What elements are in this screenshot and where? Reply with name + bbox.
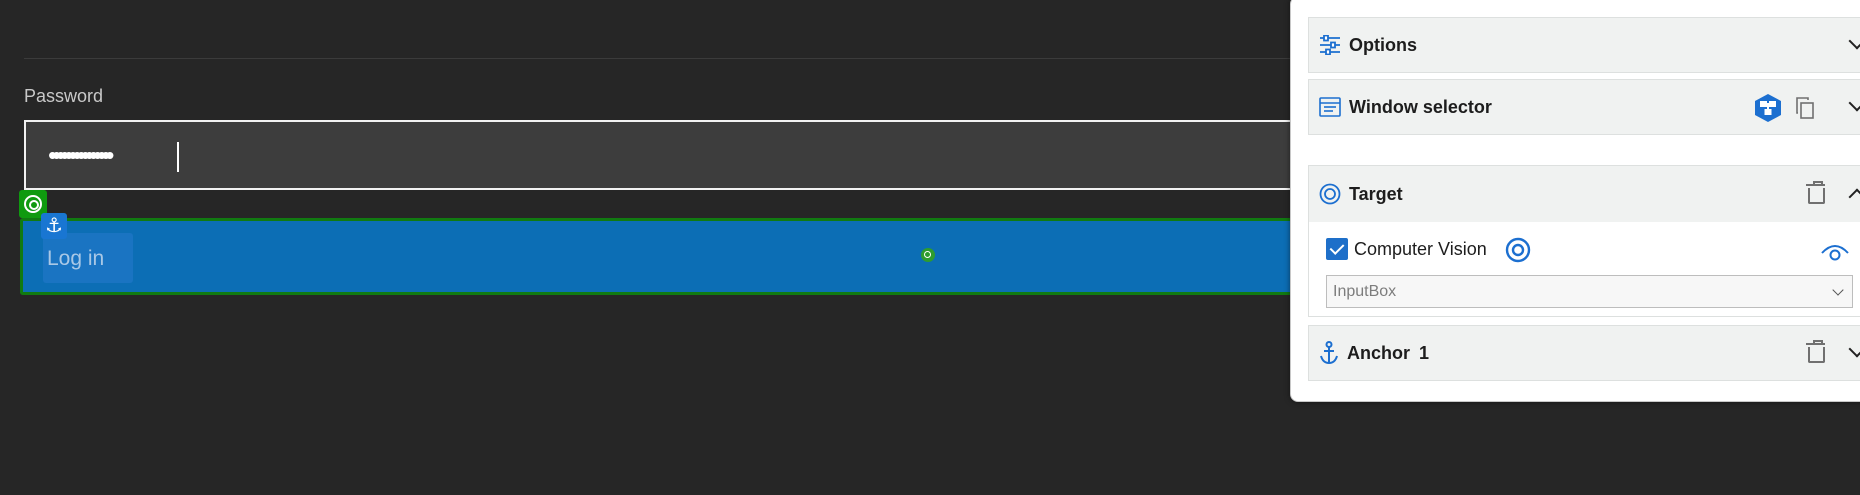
selection-panel: Options Window selector Target Computer … bbox=[1290, 0, 1860, 402]
anchor-section[interactable]: Anchor 1 bbox=[1308, 325, 1860, 381]
options-section[interactable]: Options bbox=[1308, 17, 1860, 73]
anchor-icon bbox=[1320, 341, 1338, 365]
sliders-icon bbox=[1320, 35, 1340, 55]
chevron-up-icon[interactable] bbox=[1848, 188, 1860, 206]
window-icon bbox=[1319, 97, 1341, 117]
anchor-title: Anchor bbox=[1347, 343, 1410, 363]
chevron-down-icon bbox=[1832, 284, 1844, 296]
eye-icon[interactable] bbox=[1820, 241, 1850, 263]
computer-vision-checkbox[interactable] bbox=[1326, 238, 1348, 260]
chevron-down-icon[interactable] bbox=[1848, 94, 1860, 112]
text-caret bbox=[177, 142, 179, 172]
target-section-header[interactable]: Target bbox=[1308, 165, 1860, 223]
copy-icon[interactable] bbox=[1795, 97, 1815, 119]
target-icon bbox=[1319, 183, 1341, 205]
options-title: Options bbox=[1349, 35, 1417, 55]
target-title: Target bbox=[1349, 184, 1403, 204]
password-value: ••••••••••••••• bbox=[48, 140, 115, 170]
computer-vision-target-icon[interactable] bbox=[1505, 237, 1531, 263]
password-input[interactable]: ••••••••••••••• bbox=[24, 120, 1324, 190]
top-divider bbox=[24, 58, 1294, 59]
chevron-down-icon[interactable] bbox=[1848, 340, 1860, 358]
element-type-select[interactable]: InputBox bbox=[1326, 275, 1853, 308]
window-selector-title: Window selector bbox=[1349, 97, 1492, 117]
target-center-dot bbox=[921, 248, 935, 262]
element-type-value: InputBox bbox=[1333, 283, 1397, 300]
password-label: Password bbox=[24, 86, 104, 106]
anchor-badge-icon[interactable]: ⚓ bbox=[41, 213, 67, 239]
trash-icon[interactable] bbox=[1806, 181, 1825, 204]
login-button-label: Log in bbox=[47, 247, 105, 270]
computer-vision-label: Computer Vision bbox=[1354, 239, 1487, 259]
tree-icon[interactable] bbox=[1753, 93, 1783, 123]
window-selector-section[interactable]: Window selector bbox=[1308, 79, 1860, 135]
login-button[interactable]: Log in bbox=[20, 218, 1320, 295]
trash-icon[interactable] bbox=[1806, 340, 1825, 363]
anchor-count: 1 bbox=[1419, 343, 1430, 363]
chevron-down-icon[interactable] bbox=[1848, 32, 1860, 50]
